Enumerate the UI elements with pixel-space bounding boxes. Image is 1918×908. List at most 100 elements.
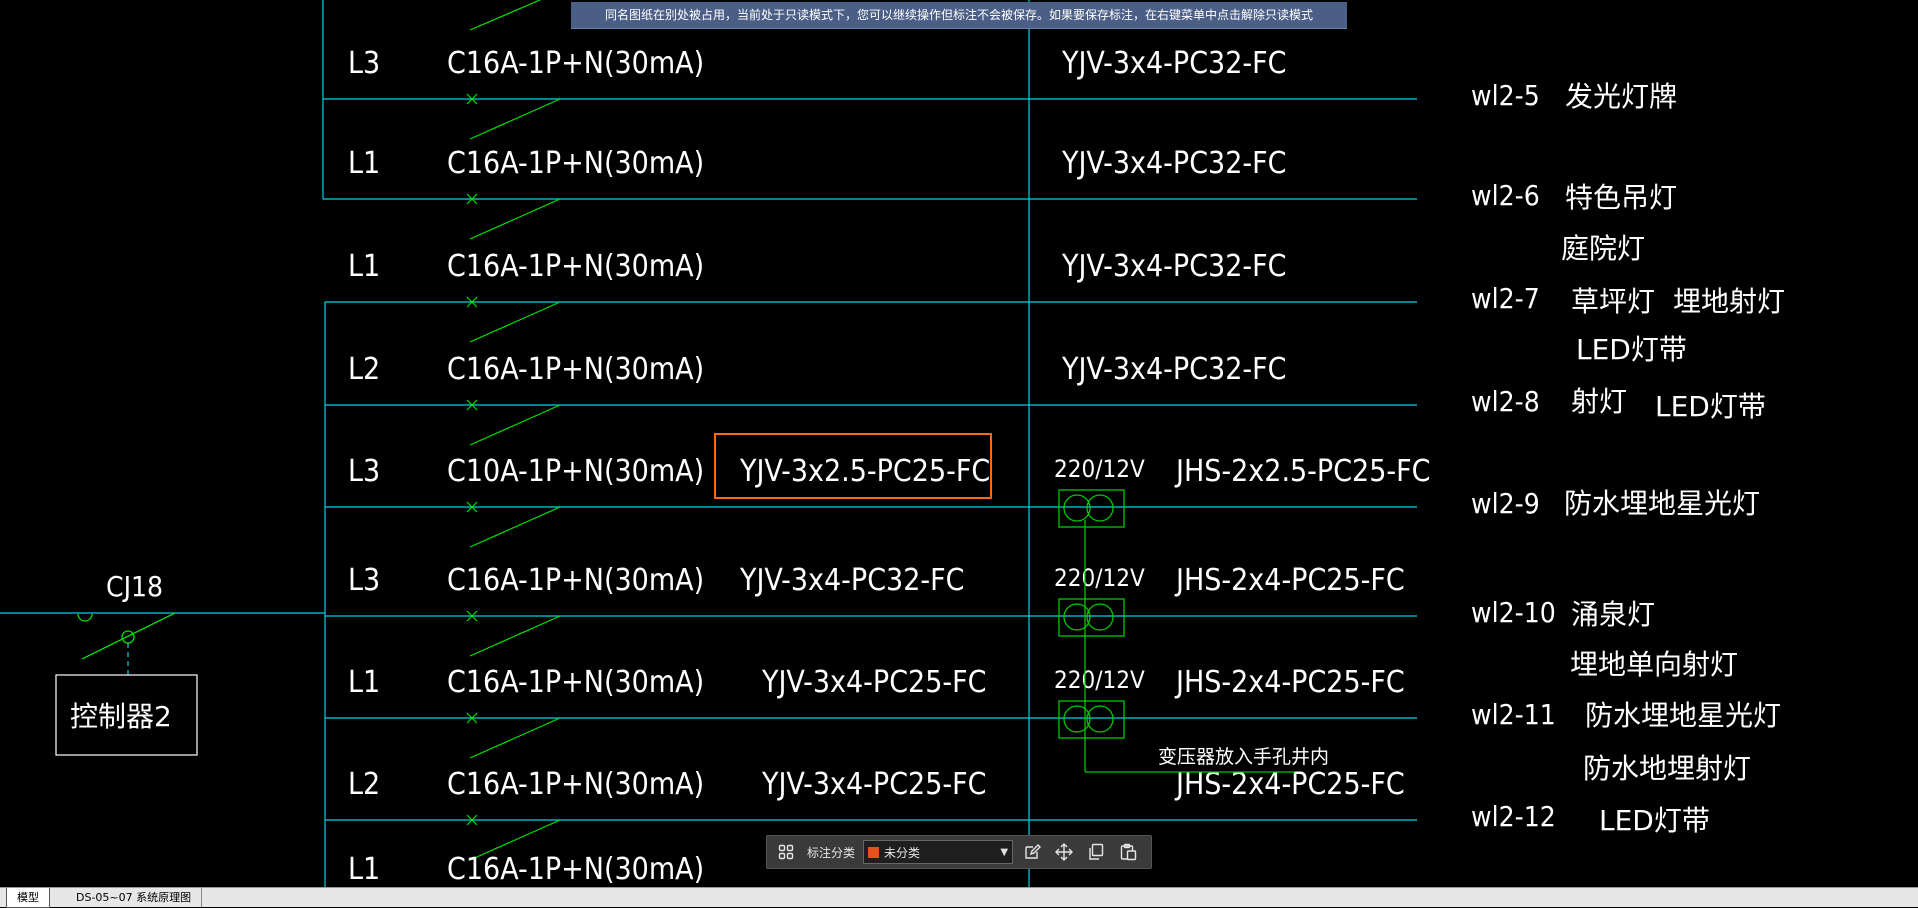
transformer-symbol: 220/12V xyxy=(1054,564,1145,637)
phase-label: L1 xyxy=(348,146,380,181)
circuit-id-label: wl2-11 xyxy=(1471,698,1556,731)
category-dropdown[interactable]: 未分类 ▼ xyxy=(863,840,1014,864)
circuit-id-label: wl2-7 xyxy=(1471,282,1540,315)
transformer-symbol: 220/12V xyxy=(1054,455,1145,528)
breaker-contact xyxy=(469,198,561,240)
load-label: LED灯带 xyxy=(1655,390,1766,423)
transformer-rating-label: 220/12V xyxy=(1054,455,1145,483)
transformer-coil xyxy=(1063,603,1091,631)
transformer-frame xyxy=(1058,598,1125,637)
transformer-frame xyxy=(1058,700,1125,739)
contactor-label: CJ18 xyxy=(106,570,163,603)
transformer-coil xyxy=(1086,705,1114,733)
bus-lines xyxy=(322,0,1030,887)
category-value: 未分类 xyxy=(884,845,921,860)
copy-icon[interactable] xyxy=(1083,839,1109,865)
transformer-coil xyxy=(1063,705,1091,733)
cable-label: YJV-3x4-PC32-FC xyxy=(739,563,965,598)
secondary-cable-label: JHS-2x2.5-PC25-FC xyxy=(1174,454,1431,489)
contactor-group: CJ18 控制器2 xyxy=(0,570,325,756)
load-label: 发光灯牌 xyxy=(1565,80,1677,113)
phase-label: L3 xyxy=(348,46,380,81)
phase-label: L1 xyxy=(348,249,380,284)
annotation-toolbar: 标注分类 未分类 ▼ xyxy=(766,835,1152,869)
breaker-label: C16A-1P+N(30mA) xyxy=(447,352,704,387)
readonly-notice-banner: 同名图纸在别处被占用，当前处于只读模式下，您可以继续操作但标注不会被保存。如果要… xyxy=(571,2,1347,29)
load-label: LED灯带 xyxy=(1576,333,1687,366)
breaker-contact xyxy=(469,615,561,657)
load-label: 埋地射灯 xyxy=(1673,285,1785,318)
circuit-id-label: wl2-6 xyxy=(1471,179,1540,212)
load-label: 防水地埋射灯 xyxy=(1583,752,1751,785)
breaker-label: C16A-1P+N(30mA) xyxy=(447,46,704,81)
drawing-canvas[interactable]: L3 C16A-1P+N(30mA) wl2-5 L1 C16A-1P+N(30mA) w… xyxy=(0,0,1918,887)
phase-label: L3 xyxy=(348,454,380,489)
tab-system-diagram[interactable]: DS-05~07 系统原理图 xyxy=(66,888,203,907)
breaker-label: C16A-1P+N(30mA) xyxy=(447,767,704,802)
cable-label: YJV-3x4-PC32-FC xyxy=(1061,46,1287,81)
grid-icon[interactable] xyxy=(773,839,799,865)
load-label: 射灯 xyxy=(1571,385,1627,418)
transformer-coil xyxy=(1086,603,1114,631)
load-label: 特色吊灯 xyxy=(1565,181,1677,214)
transformer-frame xyxy=(1058,489,1125,528)
breaker-contact xyxy=(469,717,561,759)
circuit-row: L1 C16A-1P+N(30mA) wl2-6 xyxy=(323,146,1540,240)
breaker-contact xyxy=(469,98,561,140)
load-label: 埋地单向射灯 xyxy=(1570,648,1738,681)
breaker-label: C16A-1P+N(30mA) xyxy=(447,146,704,181)
breaker-label: C16A-1P+N(30mA) xyxy=(447,249,704,284)
move-icon[interactable] xyxy=(1051,839,1077,865)
circuit-row: L3 C16A-1P+N(30mA) wl2-5 xyxy=(323,46,1540,140)
transformer-symbol: 220/12V xyxy=(1054,666,1145,739)
secondary-cable-label: JHS-2x4-PC25-FC xyxy=(1174,563,1405,598)
cable-label: YJV-3x4-PC32-FC xyxy=(1061,146,1287,181)
circuit-id-label: wl2-9 xyxy=(1471,487,1540,520)
load-label: LED灯带 xyxy=(1599,804,1710,837)
phase-label: L1 xyxy=(348,852,380,887)
phase-label: L2 xyxy=(348,352,380,387)
contactor-arc xyxy=(77,613,93,622)
category-label: 标注分类 xyxy=(807,845,856,860)
circuit-id-label: wl2-12 xyxy=(1471,800,1556,833)
tab-model[interactable]: 模型 xyxy=(6,888,50,908)
contactor-coil xyxy=(121,630,135,644)
transformer-rating-label: 220/12V xyxy=(1054,564,1145,592)
breaker-contact xyxy=(469,301,561,343)
cable-label: YJV-3x4-PC32-FC xyxy=(1061,249,1287,284)
breaker-label: C16A-1P+N(30mA) xyxy=(447,852,704,887)
transformer-note: 变压器放入手孔井内 xyxy=(1158,746,1329,768)
cable-label: YJV-3x2.5-PC25-FC xyxy=(739,454,990,489)
cable-label: YJV-3x4-PC25-FC xyxy=(761,767,987,802)
cad-drawing: L3 C16A-1P+N(30mA) wl2-5 L1 C16A-1P+N(30mA) w… xyxy=(0,0,1785,887)
breaker-contact xyxy=(469,404,561,446)
secondary-cable-label: JHS-2x4-PC25-FC xyxy=(1174,665,1405,700)
circuit-id-label: wl2-5 xyxy=(1471,79,1540,112)
breaker-label: C10A-1P+N(30mA) xyxy=(447,454,704,489)
load-label: 庭院灯 xyxy=(1561,232,1645,265)
breaker-contact xyxy=(469,506,561,548)
phase-label: L1 xyxy=(348,665,380,700)
load-label: 防水埋地星光灯 xyxy=(1585,699,1781,732)
category-color-swatch xyxy=(868,846,880,858)
transformer-rating-label: 220/12V xyxy=(1054,666,1145,694)
transformer-coil xyxy=(1086,494,1114,522)
circuit-id-label: wl2-8 xyxy=(1471,385,1540,418)
breaker-label: C16A-1P+N(30mA) xyxy=(447,665,704,700)
cable-label: YJV-3x4-PC25-FC xyxy=(761,665,987,700)
circuit-row: L2 C16A-1P+N(30mA) wl2-8 xyxy=(325,352,1540,446)
layout-tab-bar: 模型 DS-05~07 系统原理图 xyxy=(0,887,1918,908)
circuit-id-label: wl2-10 xyxy=(1471,596,1556,629)
load-label: 涌泉灯 xyxy=(1571,598,1655,631)
edit-icon[interactable] xyxy=(1019,839,1045,865)
chevron-down-icon: ▼ xyxy=(1000,846,1009,858)
paste-icon[interactable] xyxy=(1115,839,1141,865)
transformer-coil xyxy=(1063,494,1091,522)
phase-label: L3 xyxy=(348,563,380,598)
load-label: 草坪灯 xyxy=(1571,285,1655,318)
breaker-label: C16A-1P+N(30mA) xyxy=(447,563,704,598)
controller-label: 控制器2 xyxy=(70,700,172,733)
phase-label: L2 xyxy=(348,767,380,802)
cable-label: YJV-3x4-PC32-FC xyxy=(1061,352,1287,387)
circuit-row: L1 C16A-1P+N(30mA) wl2-7 xyxy=(325,249,1540,343)
